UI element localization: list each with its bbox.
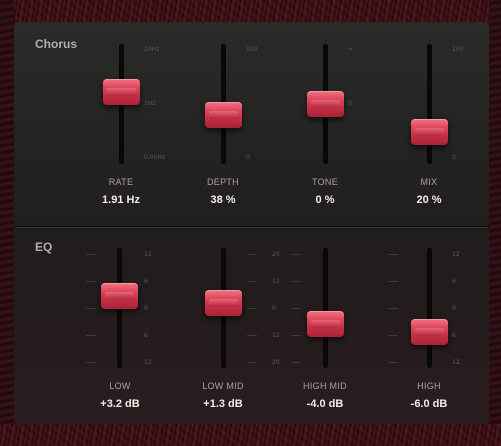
low-mid-scale-label: 20: [272, 251, 280, 258]
high-scale-label: 0: [452, 305, 456, 312]
high-mid-scale-line: [388, 362, 398, 363]
low-mid-scale-line: [247, 335, 257, 336]
low-mid-scale-line: [247, 254, 257, 255]
high-mid-scale-line: [388, 308, 398, 309]
low-mid-scale-line: [247, 362, 257, 363]
rate-scale-max: 20Hz: [144, 46, 160, 53]
depth-scale-max: 100: [246, 46, 258, 53]
eq-title: EQ: [35, 240, 53, 254]
mix-slider-thumb[interactable]: [411, 119, 448, 146]
tone-scale-max: +: [348, 46, 354, 53]
low-scale-line: [86, 362, 96, 363]
mix-slider-track[interactable]: [427, 44, 432, 164]
high-slider-thumb[interactable]: [411, 318, 448, 345]
depth-value: 38 %: [210, 194, 236, 206]
high-value: -6.0 dB: [410, 398, 448, 410]
mix-label: MIX: [420, 177, 438, 187]
low-scale-label: 6: [144, 278, 148, 285]
low-mid-scale-label: 20: [272, 359, 280, 366]
eq-panel: EQ 12 6 0 6 12 LOW +3.2 dB 20 12 0 12 20…: [14, 227, 489, 424]
low-scale-label: 12: [144, 359, 152, 366]
tone-value: 0 %: [315, 194, 335, 206]
rate-scale-mid: 1Hz: [144, 100, 156, 107]
high-scale-label: 12: [452, 251, 460, 258]
low-scale-line: [86, 281, 96, 282]
low-mid-value: +1.3 dB: [203, 398, 243, 410]
low-scale-line: [86, 335, 96, 336]
chorus-title: Chorus: [35, 37, 77, 51]
rate-label: RATE: [108, 177, 134, 187]
high-scale-label: 6: [452, 332, 456, 339]
low-mid-slider-thumb[interactable]: [205, 290, 242, 317]
low-value: +3.2 dB: [100, 398, 140, 410]
low-mid-scale-label: 12: [272, 278, 280, 285]
high-slider-track[interactable]: [427, 248, 432, 368]
background-texture-top: [0, 0, 501, 22]
rate-value: 1.91 Hz: [102, 194, 140, 206]
low-scale-label: 0: [144, 305, 148, 312]
low-scale-line: [86, 254, 96, 255]
tone-slider-thumb[interactable]: [307, 91, 344, 117]
rate-slider-thumb[interactable]: [103, 78, 140, 105]
high-label: HIGH: [417, 381, 441, 391]
mix-scale-max: 100: [452, 46, 464, 53]
depth-scale-min: 0: [246, 154, 250, 161]
high-mid-scale-line: [388, 281, 398, 282]
high-mid-scale-line: [291, 254, 301, 255]
low-mid-scale-line: [247, 308, 257, 309]
low-mid-label: LOW MID: [202, 381, 244, 391]
background-texture-bottom: [0, 424, 501, 446]
high-mid-scale-line: [291, 335, 301, 336]
high-mid-value: -4.0 dB: [306, 398, 344, 410]
low-scale-label: 12: [144, 251, 152, 258]
low-label: LOW: [109, 381, 131, 391]
depth-slider-thumb[interactable]: [205, 102, 242, 129]
rate-scale-min: 0.05Hz: [144, 154, 166, 161]
high-mid-scale-line: [291, 362, 301, 363]
high-mid-label: HIGH MID: [303, 381, 347, 391]
tone-scale-min: -: [348, 154, 351, 161]
mix-value: 20 %: [416, 194, 442, 206]
low-scale-line: [86, 308, 96, 309]
background-texture-right: [489, 0, 501, 446]
low-mid-scale-label: 0: [272, 305, 276, 312]
low-mid-scale-line: [247, 281, 257, 282]
low-scale-label: 6: [144, 332, 148, 339]
high-mid-scale-line: [388, 335, 398, 336]
high-scale-label: 6: [452, 278, 456, 285]
depth-label: DEPTH: [206, 177, 239, 187]
tone-label: TONE: [311, 177, 339, 187]
tone-scale-mid: 0: [348, 100, 352, 107]
high-mid-scale-line: [291, 281, 301, 282]
high-mid-slider-thumb[interactable]: [307, 310, 344, 337]
high-mid-scale-line: [291, 308, 301, 309]
background-texture-left: [0, 0, 14, 446]
low-slider-thumb[interactable]: [101, 282, 138, 309]
low-mid-scale-label: 12: [272, 332, 280, 339]
high-mid-slider-track[interactable]: [323, 248, 328, 368]
high-scale-label: 12: [452, 359, 460, 366]
mix-scale-min: 0: [452, 154, 456, 161]
high-mid-scale-line: [388, 254, 398, 255]
chorus-panel: Chorus 20Hz 1Hz 0.05Hz RATE 1.91 Hz 100 …: [14, 22, 489, 226]
